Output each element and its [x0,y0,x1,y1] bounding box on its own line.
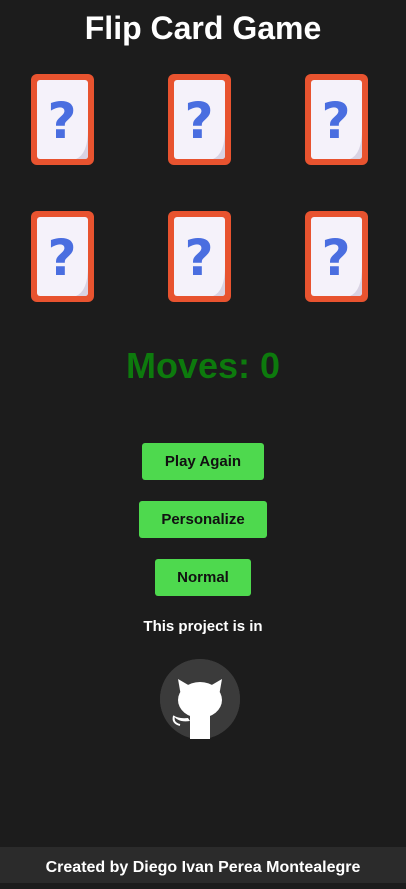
card-4[interactable]: ? [31,211,94,302]
card-6[interactable]: ? [305,211,368,302]
footer-credit: Created by Diego Ivan Perea Montealegre [45,859,361,876]
personalize-button[interactable]: Personalize [139,501,267,538]
card-1[interactable]: ? [31,74,94,165]
moves-value: 0 [260,345,281,386]
question-mark: ? [321,92,350,150]
question-mark: ? [184,229,213,287]
github-link[interactable] [160,659,240,739]
question-card-icon: ? [31,211,94,302]
question-mark: ? [47,92,76,150]
moves-counter: Moves: 0 [0,344,406,388]
question-mark: ? [184,92,213,150]
play-again-button[interactable]: Play Again [142,443,264,480]
page-title: Flip Card Game [84,10,322,46]
question-card-icon: ? [168,211,231,302]
question-mark: ? [47,229,76,287]
card-3[interactable]: ? [305,74,368,165]
moves-label: Moves: [125,345,250,386]
github-icon [160,659,240,739]
normal-button[interactable]: Normal [155,559,251,596]
card-5[interactable]: ? [168,211,231,302]
question-card-icon: ? [305,74,368,165]
question-mark: ? [321,229,350,287]
question-card-icon: ? [305,211,368,302]
question-card-icon: ? [168,74,231,165]
project-note: This project is in [143,618,263,635]
footer: Created by Diego Ivan Perea Montealegre [0,847,406,883]
question-card-icon: ? [31,74,94,165]
card-2[interactable]: ? [168,74,231,165]
